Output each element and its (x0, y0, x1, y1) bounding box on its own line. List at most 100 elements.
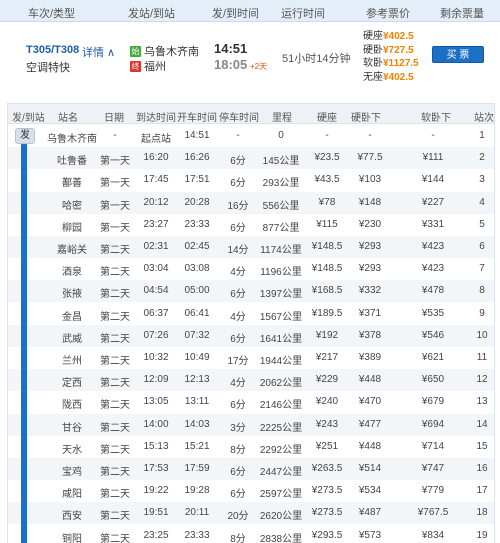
day: 第二天 (100, 311, 130, 323)
distance: 1174公里 (260, 245, 302, 256)
table-row: 鄯善 第一天 17:45 17:51 6分 293公里 ¥43.5 ¥103 ¥144 3 (8, 169, 494, 191)
distance: 2838公里 (259, 533, 303, 543)
day: 第二天 (100, 245, 130, 256)
soft-sleeper-price: ¥779 (421, 485, 445, 497)
soft-sleeper-price: ¥621 (421, 352, 445, 363)
depart-badge: 发 (15, 128, 35, 144)
arrive-time: 12:09 (143, 374, 169, 386)
col-header: 停车时间 (219, 113, 259, 124)
arrive-time: 06:37 (143, 307, 169, 319)
depart-time: 19:28 (184, 485, 210, 497)
table-row: 吐鲁番 第一天 16:20 16:26 6分 145公里 ¥23.5 ¥77.5 ¥111 2 (8, 147, 494, 170)
day: - (113, 130, 117, 141)
from-station: 始 乌鲁木齐南 (130, 43, 199, 59)
soft-sleeper-price: ¥144 (421, 174, 445, 186)
stop-index: 19 (476, 529, 488, 541)
stop-index: 17 (476, 485, 488, 497)
distance: 1397公里 (259, 289, 303, 301)
day: 第二天 (100, 333, 130, 345)
arrive-time: 10:32 (143, 352, 169, 363)
soft-sleeper-price: - (431, 130, 435, 141)
distance: 877公里 (262, 222, 300, 234)
table-row: 咸阳 第二天 19:22 19:28 6分 2597公里 ¥273.5 ¥534 ¥779 17 (8, 480, 494, 502)
soft-sleeper-price: ¥423 (421, 263, 445, 275)
table-row: 陇西 第二天 13:05 13:11 6分 2146公里 ¥240 ¥470 ¥679 13 (8, 391, 494, 413)
table-row: 兰州 第二天 10:32 10:49 17分 1944公里 ¥217 ¥389 ¥621 11 (8, 347, 494, 369)
soft-sleeper-price: ¥111 (422, 152, 444, 164)
stop-index: 10 (476, 329, 488, 341)
distance: 293公里 (262, 178, 300, 190)
price-item: 无座¥402.5 (363, 71, 414, 83)
distance: 2620公里 (259, 511, 303, 523)
hard-sleeper-price: ¥293 (358, 241, 382, 252)
table-row: 酒泉 第二天 03:04 03:08 4分 1196公里 ¥148.5 ¥293 ¥423 7 (8, 258, 494, 280)
stop-index: 4 (479, 196, 485, 208)
depart-time: 12:13 (184, 374, 210, 386)
stop-index: 1 (479, 130, 485, 141)
train-detail-toggle[interactable]: 详情 ∧ (82, 44, 115, 60)
stop-index: 13 (476, 396, 488, 408)
day: 第一天 (100, 178, 130, 190)
day: 第二天 (100, 378, 130, 390)
stop-index: 5 (479, 218, 485, 230)
arrive-time: 19:22 (143, 485, 169, 497)
table-row: 金昌 第二天 06:37 06:41 4分 1567公里 ¥189.5 ¥371 ¥535 9 (8, 303, 494, 325)
soft-sleeper-price: ¥650 (421, 374, 445, 386)
day-offset-badge: +2天 (250, 62, 268, 71)
arrive-time: 07:26 (143, 329, 169, 341)
table-row: 嘉峪关 第二天 02:31 02:45 14分 1174公里 ¥148.5 ¥293 ¥423 6 (8, 236, 494, 258)
hard-sleeper-price: ¥103 (358, 174, 382, 186)
results-header: 车次/类型 发站/到站 发/到时间 运行时间 参考票价 剩余票量 (0, 0, 500, 22)
schedule-header: 发/到站 站名 日期 到达时间 开车时间 停车时间 里程 硬座 硬卧下 软卧下 … (8, 104, 494, 124)
price-item: 软卧¥1127.5 (363, 58, 419, 69)
table-row: 铜阳 第二天 23:25 23:33 8分 2838公里 ¥293.5 ¥573 ¥834 19 (8, 525, 494, 543)
distance: 1196公里 (260, 267, 302, 279)
soft-sleeper-price: ¥331 (421, 218, 445, 230)
table-row: 宝鸡 第二天 17:53 17:59 6分 2447公里 ¥263.5 ¥514 ¥747 16 (8, 458, 494, 480)
soft-sleeper-price: ¥679 (421, 396, 445, 408)
stop-index: 2 (479, 152, 485, 164)
table-row: 天水 第二天 15:13 15:21 8分 2292公里 ¥251 ¥448 ¥714 15 (8, 436, 494, 458)
stop-index: 14 (476, 418, 488, 430)
distance: 556公里 (262, 200, 300, 212)
stop-index: 6 (479, 241, 485, 252)
arrive-time: 03:04 (143, 263, 169, 275)
hard-sleeper-price: ¥148 (358, 196, 382, 208)
day: 第一天 (100, 200, 130, 212)
depart-time: 10:49 (184, 352, 210, 363)
col-header: 到达时间 (136, 113, 176, 124)
soft-sleeper-price: ¥546 (421, 329, 445, 341)
col-header: 开车时间 (177, 113, 217, 124)
day: 第二天 (100, 267, 130, 279)
col-header: 硬座 (317, 113, 337, 124)
stop-index: 16 (476, 463, 488, 474)
hard-sleeper-price: ¥378 (358, 329, 382, 341)
arrival-time: 18:05 (214, 57, 248, 72)
hard-sleeper-price: ¥448 (358, 374, 382, 386)
price-item: 硬卧¥727.5 (363, 44, 414, 56)
depart-time: 03:08 (184, 263, 210, 275)
hard-sleeper-price: ¥514 (358, 463, 382, 474)
table-row: 定西 第二天 12:09 12:13 4分 2062公里 ¥229 ¥448 ¥650 12 (8, 369, 494, 392)
col-header: 站名 (58, 113, 78, 124)
col-header: 硬卧下 (351, 113, 381, 124)
table-row: 柳园 第一天 23:27 23:33 6分 877公里 ¥115 ¥230 ¥331 5 (8, 214, 494, 236)
train-number-link[interactable]: T305/T308 (26, 44, 79, 56)
price-list: 硬座¥402.5 硬卧¥727.5 软卧¥1127.5 无座¥402.5 (363, 30, 419, 84)
hard-sleeper-price: ¥487 (358, 507, 382, 519)
arrive-time: 23:25 (143, 529, 169, 541)
arrive-time: 23:27 (143, 218, 169, 230)
stop-schedule-panel: 发/到站 站名 日期 到达时间 开车时间 停车时间 里程 硬座 硬卧下 软卧下 … (7, 103, 495, 543)
distance: 2447公里 (259, 467, 303, 478)
buy-ticket-button[interactable]: 买 票 (432, 46, 484, 63)
soft-sleeper-price: ¥714 (421, 440, 445, 452)
soft-sleeper-price: ¥834 (421, 529, 445, 541)
day: 第二天 (100, 511, 130, 523)
soft-sleeper-price: ¥747 (421, 463, 445, 474)
hard-sleeper-price: ¥332 (358, 285, 382, 297)
depart-time: 13:11 (184, 396, 210, 408)
col-times-header: 发/到时间 (212, 8, 260, 20)
depart-time: 02:45 (184, 241, 210, 252)
col-price-header: 参考票价 (366, 8, 410, 20)
table-row: 张掖 第二天 04:54 05:00 6分 1397公里 ¥168.5 ¥332 ¥478 8 (8, 280, 494, 303)
